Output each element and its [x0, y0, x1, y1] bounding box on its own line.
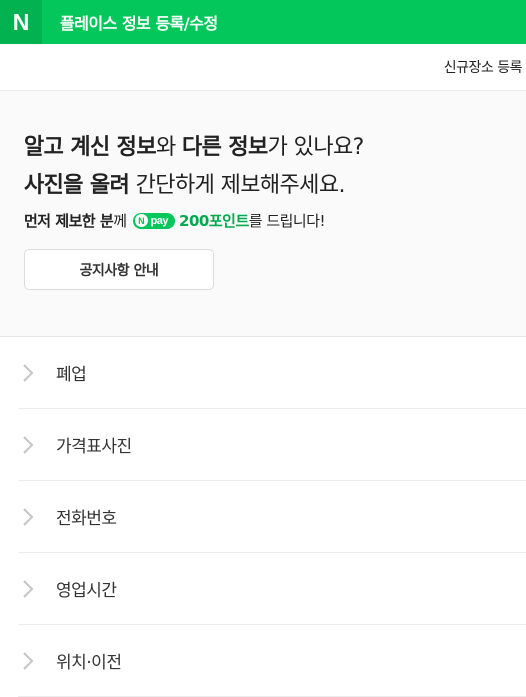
chevron-right-icon: [18, 435, 56, 455]
chevron-right-icon: [18, 651, 56, 671]
notice-button[interactable]: 공지사항 안내: [24, 249, 214, 290]
list-item-label: 전화번호: [56, 509, 117, 529]
headline-text-3: 간단하게 제보해주세요.: [129, 173, 346, 198]
headline-bold-3: 사진을 올려: [24, 173, 130, 198]
chevron-right-icon: [18, 363, 56, 383]
list-item-location[interactable]: 위치·이전: [18, 625, 526, 697]
naver-logo[interactable]: N: [0, 0, 42, 44]
headline-text-1: 와: [155, 135, 183, 160]
new-place-register-link[interactable]: 신규장소 등록: [444, 57, 523, 77]
list-item-label: 가격표사진: [56, 437, 132, 457]
list-item-hours[interactable]: 영업시간: [18, 553, 526, 625]
page-title: 플레이스 정보 등록/수정: [60, 14, 218, 33]
npay-label: pay: [150, 214, 169, 227]
headline-text-2: 가 있나요?: [267, 135, 365, 160]
list-item-label: 위치·이전: [56, 653, 122, 673]
list-item-label: 폐업: [56, 365, 87, 385]
headline-bold-2: 다른 정보: [182, 135, 268, 160]
list-item-label: 영업시간: [56, 581, 117, 601]
npay-badge: Npay: [132, 212, 176, 229]
reward-bold: 먼저 제보한 분: [24, 212, 114, 230]
app-header: N 플레이스 정보 등록/수정: [0, 0, 526, 44]
promo-headline: 알고 계신 정보와 다른 정보가 있나요? 사진을 올려 간단하게 제보해주세요…: [24, 129, 502, 205]
reward-line: 먼저 제보한 분께 Npay 200포인트 를 드립니다!: [24, 210, 502, 231]
report-category-list: 폐업 가격표사진 전화번호 영업시간 위치·이전: [18, 337, 526, 697]
npay-n-icon: N: [134, 214, 148, 227]
chevron-right-icon: [18, 579, 56, 599]
promo-banner: 알고 계신 정보와 다른 정보가 있나요? 사진을 올려 간단하게 제보해주세요…: [0, 91, 526, 337]
sub-toolbar: 신규장소 등록: [0, 44, 526, 91]
headline-bold-1: 알고 계신 정보: [24, 135, 157, 160]
reward-text-1: 께: [113, 212, 127, 230]
reward-points: 200포인트: [179, 212, 249, 230]
list-item-closed[interactable]: 폐업: [18, 337, 526, 409]
list-item-phone[interactable]: 전화번호: [18, 481, 526, 553]
list-item-price-photo[interactable]: 가격표사진: [18, 409, 526, 481]
reward-text-2: 를 드립니다!: [248, 212, 326, 230]
chevron-right-icon: [18, 507, 56, 527]
